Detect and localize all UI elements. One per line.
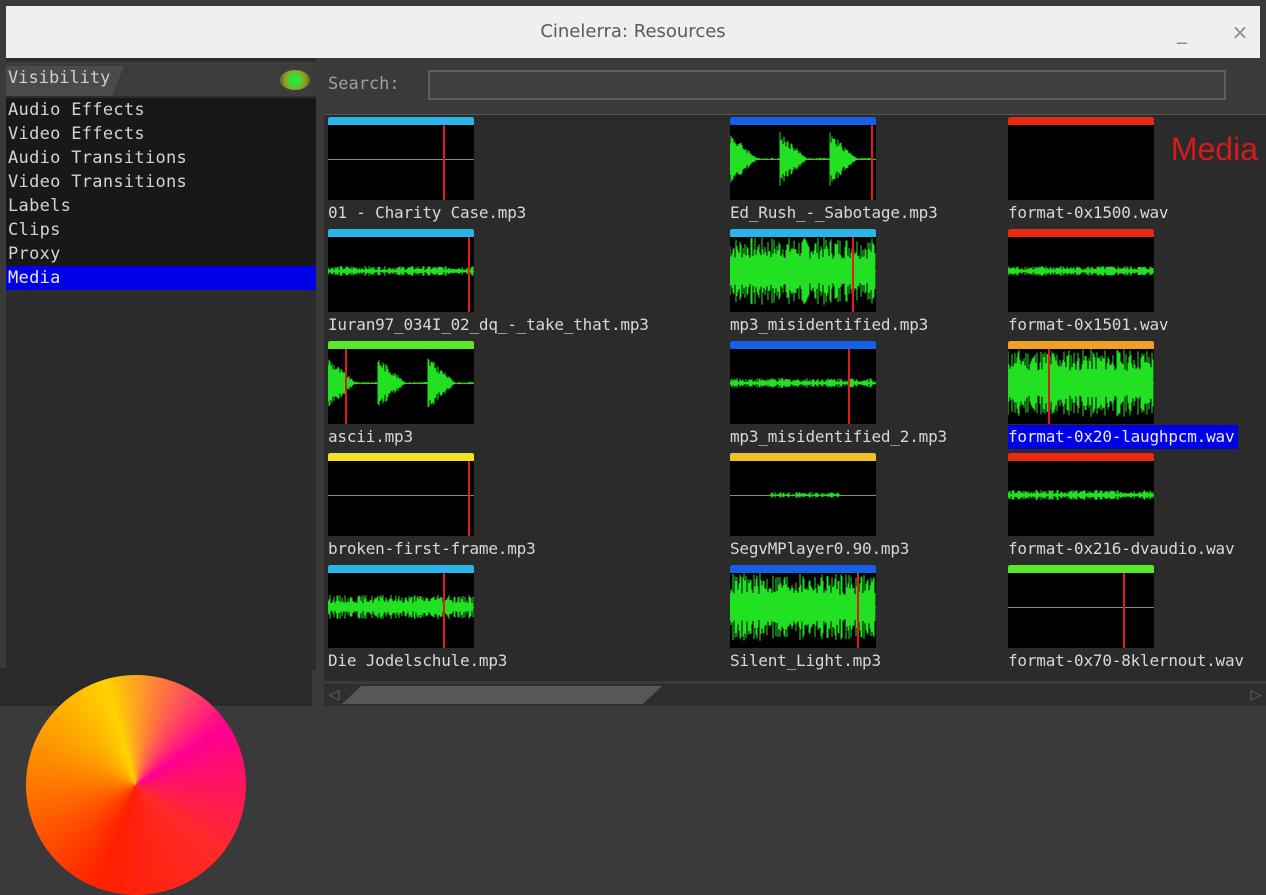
asset-thumbnail — [730, 229, 876, 312]
asset-filename: Die Jodelschule.mp3 — [328, 651, 508, 670]
close-button[interactable]: × — [1226, 18, 1254, 46]
folder-item-labels[interactable]: Labels — [6, 194, 316, 218]
asset-filename: format-0x1501.wav — [1008, 315, 1169, 334]
asset-filename: format-0x216-dvaudio.wav — [1008, 539, 1235, 558]
asset-color-stripe — [730, 565, 876, 573]
folder-item-proxy[interactable]: Proxy — [6, 242, 316, 266]
playhead-marker — [468, 461, 470, 536]
waveform — [1008, 266, 1154, 276]
playhead-marker — [871, 125, 873, 200]
search-label: Search: — [328, 74, 400, 94]
color-wheel-icon — [26, 675, 246, 895]
asset-thumbnail — [730, 453, 876, 536]
asset-grid[interactable]: Media 01 - Charity Case.mp3 Ed_Rush_-_Sab… — [324, 114, 1266, 681]
visibility-label: Visibility — [8, 68, 111, 88]
playhead-marker — [852, 237, 854, 312]
window-title: Cinelerra: Resources — [540, 21, 726, 42]
folder-item-video-transitions[interactable]: Video Transitions — [6, 170, 316, 194]
asset-color-stripe — [328, 453, 474, 461]
waveform — [328, 358, 474, 408]
asset-filename: broken-first-frame.mp3 — [328, 539, 536, 558]
asset-thumbnail — [730, 117, 876, 200]
asset-thumbnail — [328, 341, 474, 424]
asset-color-stripe — [328, 341, 474, 349]
asset-filename: mp3_misidentified_2.mp3 — [730, 427, 947, 446]
asset-color-stripe — [730, 229, 876, 237]
scroll-left-icon[interactable]: ◁ — [324, 686, 344, 704]
waveform — [730, 573, 876, 641]
asset-color-stripe — [328, 565, 474, 573]
asset-thumbnail — [328, 565, 474, 648]
scrollbar-thumb[interactable] — [342, 686, 662, 704]
minimize-button[interactable]: _ — [1168, 18, 1196, 46]
asset-color-stripe — [1008, 341, 1154, 349]
asset-filename: Ed_Rush_-_Sabotage.mp3 — [730, 203, 938, 222]
asset-color-stripe — [328, 117, 474, 125]
visibility-toggle-icon[interactable] — [280, 70, 310, 90]
asset-filename: Iuran97_034I_02_dq_-_take_that.mp3 — [328, 315, 649, 334]
waveform — [1008, 490, 1154, 500]
playhead-marker — [345, 349, 347, 424]
waveform — [730, 378, 876, 388]
asset-thumbnail — [328, 117, 474, 200]
resources-pane: Search: Media 01 - Charity Case.mp3 Ed_Ru… — [316, 58, 1266, 706]
waveform — [770, 492, 840, 498]
waveform — [1008, 573, 1154, 648]
playhead-marker — [848, 349, 850, 424]
asset-thumbnail — [1008, 341, 1154, 424]
asset-color-stripe — [328, 229, 474, 237]
playhead-marker — [1123, 573, 1125, 648]
asset-color-stripe — [1008, 117, 1154, 125]
folder-item-audio-transitions[interactable]: Audio Transitions — [6, 146, 316, 170]
folder-item-video-effects[interactable]: Video Effects — [6, 122, 316, 146]
asset-color-stripe — [1008, 565, 1154, 573]
asset-color-stripe — [1008, 229, 1154, 237]
asset-thumbnail — [328, 453, 474, 536]
waveform — [1008, 349, 1154, 417]
asset-thumbnail — [1008, 117, 1154, 200]
scroll-right-icon[interactable]: ▷ — [1246, 686, 1266, 704]
playhead-marker — [1048, 349, 1050, 424]
asset-filename: format-0x20-laughpcm.wav — [1008, 425, 1239, 449]
asset-thumbnail — [730, 565, 876, 648]
folder-pane: Visibility Audio Effects Video Effects Aud… — [6, 58, 316, 670]
waveform — [328, 125, 474, 200]
horizontal-scrollbar[interactable]: ◁ ▷ — [324, 684, 1266, 706]
folder-item-clips[interactable]: Clips — [6, 218, 316, 242]
asset-color-stripe — [1008, 453, 1154, 461]
folder-item-audio-effects[interactable]: Audio Effects — [6, 98, 316, 122]
playhead-marker — [443, 573, 445, 648]
asset-filename: SegvMPlayer0.90.mp3 — [730, 539, 910, 558]
asset-color-stripe — [730, 453, 876, 461]
asset-thumbnail — [1008, 565, 1154, 648]
search-input[interactable] — [428, 70, 1226, 100]
waveform — [328, 266, 474, 276]
asset-color-stripe — [730, 341, 876, 349]
playhead-marker — [468, 237, 470, 312]
asset-color-stripe — [730, 117, 876, 125]
asset-filename: format-0x70-8klernout.wav — [1008, 651, 1244, 670]
asset-filename: ascii.mp3 — [328, 427, 413, 446]
folder-list: Audio Effects Video Effects Audio Transiti… — [6, 98, 316, 290]
playhead-marker — [443, 125, 445, 200]
waveform — [730, 237, 876, 305]
folder-title: Media — [1170, 131, 1258, 167]
folder-pane-empty-area — [6, 294, 316, 670]
asset-thumbnail — [1008, 453, 1154, 536]
waveform — [328, 595, 474, 619]
asset-filename: mp3_misidentified.mp3 — [730, 315, 929, 334]
asset-filename: 01 - Charity Case.mp3 — [328, 203, 527, 222]
asset-filename: Silent_Light.mp3 — [730, 651, 881, 670]
window-titlebar: Cinelerra: Resources _ × — [6, 6, 1260, 58]
folder-item-media[interactable]: Media — [6, 266, 316, 290]
visibility-bar: Visibility — [6, 62, 316, 96]
waveform — [1008, 125, 1154, 200]
asset-thumbnail — [730, 341, 876, 424]
asset-filename: format-0x1500.wav — [1008, 203, 1169, 222]
waveform — [328, 461, 474, 536]
waveform — [730, 132, 876, 186]
playhead-marker — [857, 573, 859, 648]
asset-thumbnail — [1008, 229, 1154, 312]
asset-thumbnail — [328, 229, 474, 312]
